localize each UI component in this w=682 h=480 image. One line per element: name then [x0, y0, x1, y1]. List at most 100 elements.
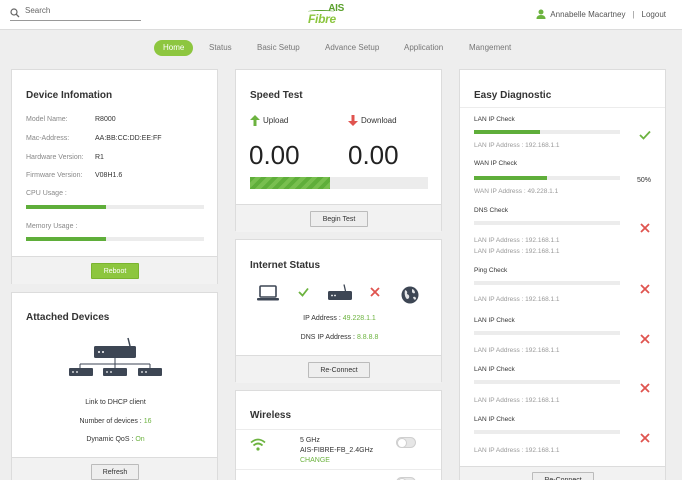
diagnostic-item-percent: 50% [637, 177, 652, 184]
hardware-version-label: Hardware Version: [26, 154, 84, 161]
speed-test-progress-fill [250, 177, 331, 189]
wireless-card: Wireless 5 GHz AIS-FIBRE-FB_2.4GHz CHANG… [235, 390, 442, 480]
begin-test-button[interactable]: Begin Test [310, 211, 368, 227]
wireless-title: Wireless [250, 410, 292, 421]
upload-label: Upload [263, 116, 289, 125]
hardware-version-value: R1 [95, 154, 104, 161]
mac-address-value: AA:BB:CC:DD:EE:FF [95, 135, 162, 142]
device-info-card: Device Infomation Model Name: R8000 Mac-… [11, 69, 218, 284]
device-count-label: Number of devices : [79, 418, 144, 425]
dynamic-qos-value: On [135, 436, 145, 443]
ais-fibre-logo: AIS Fibre [308, 3, 344, 27]
diagnostic-item-sub: LAN IP Address : 192.168.1.1 [474, 397, 560, 404]
search-icon [10, 8, 20, 18]
attached-devices-card: Attached Devices Link to DHCP client Num… [11, 292, 218, 480]
easy-diagnostic-title: Easy Diagnostic [474, 90, 552, 101]
speed-test-title: Speed Test [250, 90, 303, 101]
model-name-label: Model Name: [26, 116, 68, 123]
hardware-version-row: Hardware Version: R1 [26, 154, 104, 161]
nav-home[interactable]: Home [154, 40, 194, 56]
diagnostic-item-label: Ping Check [474, 267, 508, 274]
dhcp-client-link[interactable]: Link to DHCP client [12, 399, 219, 406]
internet-status-card: Internet Status IP Address : 49.228.1.1 … [235, 239, 443, 383]
nav-status[interactable]: Status [209, 40, 232, 56]
easy-diagnostic-footer: Re-Connect [460, 466, 665, 480]
diagnostic-item-sub: LAN IP Address : 192.168.1.1 [474, 248, 560, 255]
user-name[interactable]: Annabelle Macartney [550, 10, 625, 19]
diagnostic-item-label: DNS Check [474, 207, 508, 214]
diagnostic-item-bar [474, 281, 620, 285]
globe-icon [401, 286, 419, 304]
main-nav: Home Status Basic Setup Advance Setup Ap… [0, 40, 682, 56]
device-info-footer: Reboot [12, 256, 217, 284]
download-label: Download [361, 116, 397, 125]
mac-address-label: Mac-Address: [26, 135, 70, 142]
nav-advance-setup[interactable]: Advance Setup [325, 40, 379, 56]
nav-basic-setup[interactable]: Basic Setup [257, 40, 300, 56]
top-bar: AIS Fibre Annabelle Macartney | Logout [0, 0, 682, 30]
disconnected-x-icon [370, 287, 380, 297]
upload-arrow-icon [250, 115, 260, 126]
download-value: 0.00 [348, 140, 399, 170]
cpu-usage-bar [26, 205, 204, 209]
diagnostic-re-connect-button[interactable]: Re-Connect [532, 472, 594, 480]
re-connect-button[interactable]: Re-Connect [308, 362, 370, 378]
diagnostic-item-label: LAN IP Check [474, 416, 515, 423]
wireless-divider [236, 429, 441, 430]
user-area: Annabelle Macartney | Logout [536, 9, 666, 19]
change-ssid-link[interactable]: CHANGE [300, 457, 330, 464]
fail-x-icon [640, 383, 650, 393]
nav-application[interactable]: Application [404, 40, 443, 56]
user-icon [536, 9, 546, 19]
search-input[interactable] [25, 6, 140, 15]
dns-ip-label: DNS IP Address : [300, 334, 357, 341]
wifi-toggle-knob [397, 438, 407, 448]
diagnostic-item-bar-fill [474, 176, 547, 180]
diagnostic-item-sub: LAN IP Address : 192.168.1.1 [474, 142, 560, 149]
fail-x-icon [640, 433, 650, 443]
speed-test-footer: Begin Test [236, 204, 441, 232]
network-topology-icon [69, 337, 162, 376]
memory-usage-fill [26, 237, 107, 241]
diagnostic-item-sub: LAN IP Address : 192.168.1.1 [474, 447, 560, 454]
diagnostic-item-label: WAN IP Check [474, 160, 517, 167]
speed-test-card: Speed Test Upload Download 0.00 0.00 Beg… [235, 69, 442, 232]
search-box[interactable] [10, 6, 141, 21]
device-info-title: Device Infomation [26, 90, 113, 101]
diagnostic-item-bar [474, 176, 620, 180]
wifi-toggle[interactable] [396, 437, 416, 448]
attached-devices-footer: Refresh [12, 457, 217, 480]
wireless-divider-2 [236, 469, 441, 470]
logout-link[interactable]: Logout [642, 10, 666, 19]
model-name-row: Model Name: R8000 [26, 116, 116, 123]
dns-ip-value: 8.8.8.8 [356, 334, 379, 341]
device-count: Number of devices : 16 [12, 418, 219, 425]
wifi-icon [250, 438, 266, 451]
dynamic-qos-label: Dynamic QoS : [86, 436, 136, 443]
check-icon [639, 130, 651, 140]
wifi-ssid: AIS-FIBRE-FB_2.4GHz [300, 447, 374, 454]
nav-management[interactable]: Mangement [469, 40, 511, 56]
ip-address: IP Address : 49.228.1.1 [236, 315, 443, 322]
reboot-button[interactable]: Reboot [91, 263, 139, 279]
cpu-usage-label: CPU Usage : [26, 190, 67, 197]
dynamic-qos: Dynamic QoS : On [12, 436, 219, 443]
diagnostic-item-bar [474, 380, 620, 384]
download-header: Download [348, 115, 397, 126]
memory-usage-label: Memory Usage : [26, 223, 78, 230]
diagnostic-item-bar [474, 221, 620, 225]
diagnostic-item-bar [474, 130, 620, 134]
mac-address-row: Mac-Address: AA:BB:CC:DD:EE:FF [26, 135, 162, 142]
refresh-button[interactable]: Refresh [91, 464, 139, 480]
diagnostic-item-bar [474, 331, 620, 335]
diagnostic-item-sub: WAN IP Address : 49.228.1.1 [474, 188, 559, 195]
diagnostic-item-sub: LAN IP Address : 192.168.1.1 [474, 296, 560, 303]
fail-x-icon [640, 334, 650, 344]
firmware-version-row: Firmware Version: V08H1.6 [26, 172, 122, 179]
diagnostic-divider [460, 107, 665, 108]
memory-usage-bar [26, 237, 204, 241]
easy-diagnostic-card: Easy Diagnostic LAN IP Check LAN IP Addr… [459, 69, 666, 480]
firmware-version-label: Firmware Version: [26, 172, 83, 179]
router-icon [328, 284, 352, 300]
connected-check-icon [298, 287, 309, 297]
